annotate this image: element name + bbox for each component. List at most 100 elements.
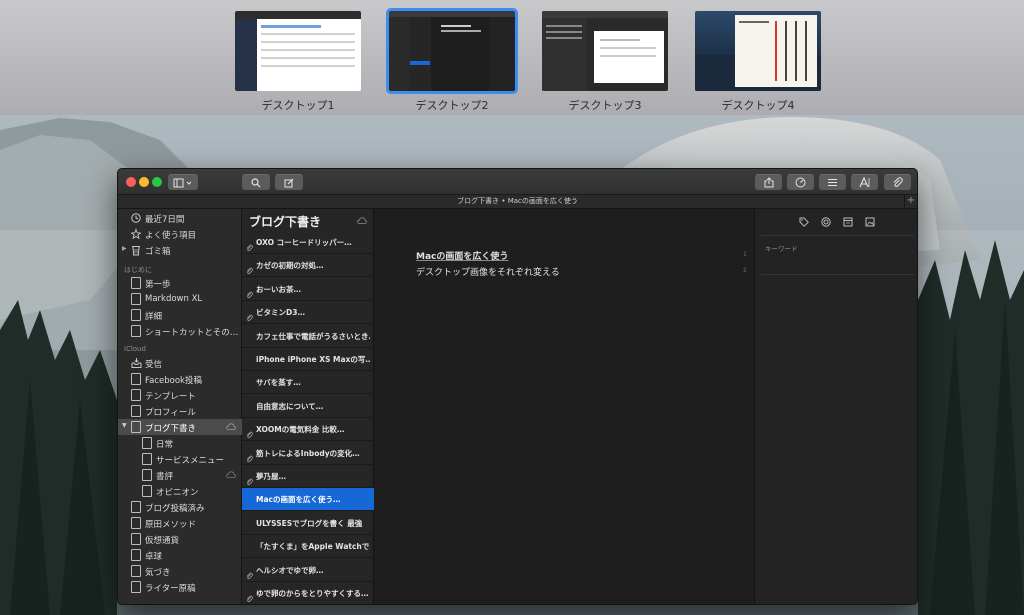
library-item-label: ショートカットとその… (145, 328, 239, 338)
library-item-blog-published[interactable]: ブログ投稿済み (118, 499, 242, 515)
library-item-facebook[interactable]: Facebook投稿 (118, 371, 242, 387)
space-desktop-4[interactable]: デスクトップ4 (694, 11, 822, 113)
dashboard-button[interactable] (787, 174, 814, 190)
paperclip-icon (246, 285, 253, 298)
library-item-trash[interactable]: ▶ ゴミ箱 (118, 242, 242, 258)
sidebar-toggle-button[interactable] (168, 174, 198, 190)
zoom-window-button[interactable] (152, 177, 162, 187)
library-item-label: 書評 (156, 472, 174, 482)
attachment-icon (893, 177, 903, 187)
sheet-row[interactable]: 筋トレによるInbodyの変化… (242, 442, 374, 465)
sheet-row[interactable]: 自由意志について… (242, 395, 374, 418)
line-number: 1 (743, 251, 747, 258)
search-icon (251, 177, 261, 187)
line-number: 2 (743, 267, 747, 274)
library-item-recent[interactable]: 最近7日間 (118, 210, 242, 226)
space-label: デスクトップ1 (261, 99, 335, 112)
sheet-row[interactable]: 夢乃屋… (242, 465, 374, 488)
typography-button[interactable] (851, 174, 878, 190)
divider (761, 235, 914, 236)
library-item-harada-method[interactable]: 原田メソッド (118, 515, 242, 531)
editor-heading-line[interactable]: Macの画面を広く使う (416, 249, 508, 262)
minimize-window-button[interactable] (139, 177, 149, 187)
library-item-label: ブログ投稿済み (145, 504, 205, 514)
library-item-templates[interactable]: テンプレート (118, 387, 242, 403)
space-label: デスクトップ3 (568, 99, 642, 112)
share-button[interactable] (755, 174, 782, 190)
library-item-profile[interactable]: プロフィール (118, 403, 242, 419)
library-item-writer-drafts[interactable]: ライター原稿 (118, 579, 242, 595)
library-item-inbox[interactable]: 受信 (118, 355, 242, 371)
library-item-service-menu[interactable]: サービスメニュー (118, 451, 242, 467)
library-item-blog-drafts[interactable]: ▼ ブログ下書き (118, 419, 242, 435)
section-heading-start: はじめに (124, 266, 152, 274)
image-icon[interactable] (865, 217, 875, 227)
sheet-row[interactable]: サバを蒸す… (242, 371, 374, 395)
sheet-icon (131, 565, 141, 577)
sheet-row-title: ビタミンD3… (256, 308, 305, 318)
sheet-row[interactable]: ヘルシオでゆで卵… (242, 559, 374, 582)
sheet-icon (131, 373, 141, 385)
library-item-shortcuts[interactable]: ショートカットとその… (118, 323, 242, 339)
disclosure-triangle-icon[interactable]: ▼ (122, 422, 127, 429)
space-desktop-3[interactable]: デスクトップ3 (541, 11, 669, 113)
library-item-crypto[interactable]: 仮想通貨 (118, 531, 242, 547)
sheet-row-title: ULYSSESでブログを書く 最強 (256, 518, 363, 528)
note-icon[interactable] (843, 217, 853, 227)
space-thumbnail[interactable] (235, 11, 361, 91)
space-thumbnail[interactable] (542, 11, 668, 91)
library-item-label: ブログ下書き (145, 424, 197, 434)
library-item-table-tennis[interactable]: 卓球 (118, 547, 242, 563)
search-button[interactable] (242, 174, 270, 190)
space-thumbnail[interactable] (695, 11, 821, 91)
sheet-row[interactable]: カフェ仕事で電話がうるさいとき… (242, 325, 374, 348)
sheet-row[interactable]: 「たすくま」をApple Watchで… (242, 535, 374, 559)
library-item-book-review[interactable]: 書評 (118, 467, 242, 483)
sheet-icon (142, 437, 152, 449)
new-tab-button[interactable]: + (904, 195, 917, 208)
sheet-icon (131, 533, 141, 545)
compose-button[interactable] (275, 174, 303, 190)
list-button[interactable] (819, 174, 846, 190)
clock-icon (131, 213, 141, 223)
sheet-icon (131, 581, 141, 593)
close-window-button[interactable] (126, 177, 136, 187)
library-item-opinion[interactable]: オピニオン (118, 483, 242, 499)
paperclip-icon (246, 261, 253, 275)
sheet-row[interactable]: おーいお茶… (242, 278, 374, 301)
space-label: デスクトップ2 (415, 99, 489, 112)
sheet-icon (131, 325, 141, 337)
sheet-row[interactable]: ビタミンD3… (242, 301, 374, 325)
library-item-notices[interactable]: 気づき (118, 563, 242, 579)
library-item-label: プロフィール (145, 408, 196, 418)
sheet-row[interactable]: カゼの初期の対処… (242, 254, 374, 278)
sheet-row[interactable]: ULYSSESでブログを書く 最強 (242, 512, 374, 535)
paperclip-icon (246, 238, 253, 252)
sheet-icon (142, 469, 152, 481)
sheet-row[interactable]: ゆで卵のからをとりやすくする… (242, 582, 374, 604)
library-item-daily[interactable]: 日常 (118, 435, 242, 451)
library-item-first-step[interactable]: 第一歩 (118, 275, 242, 291)
sheet-row[interactable]: Macの画面を広く使う… (242, 488, 374, 512)
editor-pane[interactable]: Macの画面を広く使う 1 デスクトップ画像をそれぞれ変える 2 (374, 209, 754, 604)
document-title-bar: ブログ下書き • Macの画面を広く使う + (118, 195, 917, 209)
library-item-favorites[interactable]: よく使う項目 (118, 226, 242, 242)
space-desktop-1[interactable]: デスクトップ1 (234, 11, 362, 113)
editor-text-line[interactable]: デスクトップ画像をそれぞれ変える (416, 265, 560, 278)
disclosure-triangle-icon[interactable]: ▶ (122, 245, 127, 252)
sheet-list: ブログ下書き OXO コーヒードリッパー… カゼの初期の対処… おーいお茶… ビタミン… (242, 209, 374, 604)
space-thumbnail[interactable] (386, 8, 518, 94)
library-item-details[interactable]: 詳細 (118, 307, 242, 323)
goal-icon[interactable] (821, 217, 831, 227)
sheet-row-title: おーいお茶… (256, 284, 301, 294)
attachments-button[interactable] (884, 174, 911, 190)
list-icon (828, 179, 837, 186)
sheet-row[interactable]: iPhone iPhone XS Maxの写… (242, 348, 374, 371)
attachments-panel: キーワード (754, 209, 917, 604)
space-desktop-2[interactable]: デスクトップ2 (386, 8, 518, 113)
sheet-row[interactable]: OXO コーヒードリッパー… (242, 231, 374, 254)
sheet-row[interactable]: XOOMの電気料金 比較… (242, 418, 374, 442)
library-item-markdown-xl[interactable]: Markdown XL (118, 291, 242, 307)
tag-icon[interactable] (799, 217, 809, 227)
library-item-label: ライター原稿 (145, 584, 196, 594)
